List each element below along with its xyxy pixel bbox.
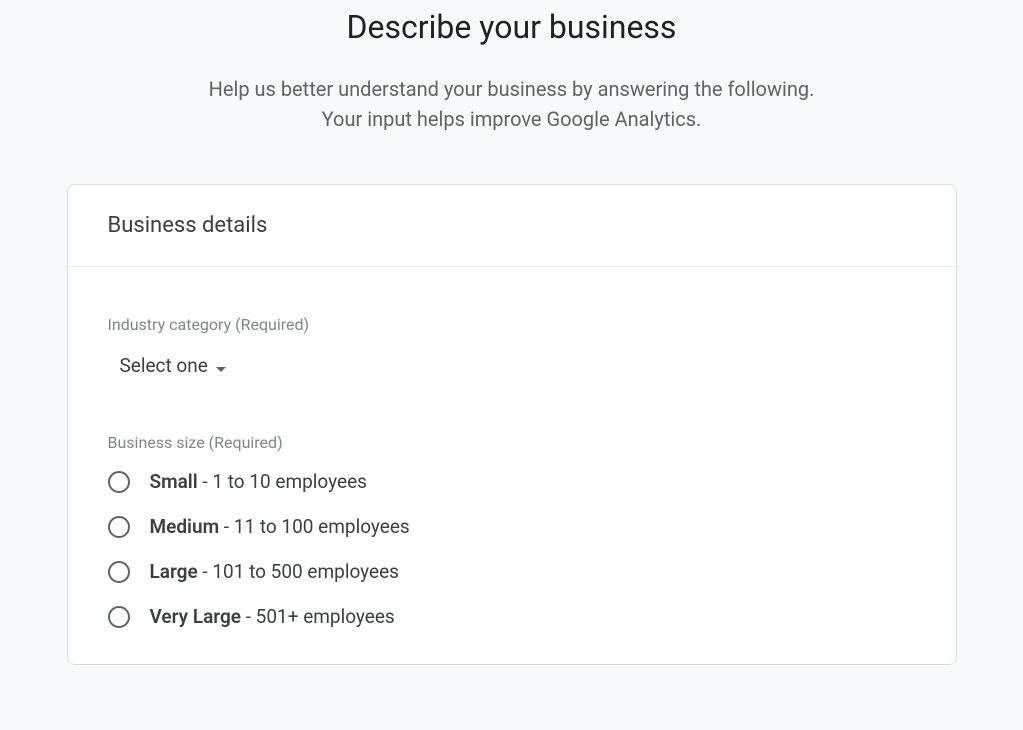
- radio-option-large[interactable]: Large - 101 to 500 employees: [108, 560, 916, 583]
- business-details-card: Business details Industry category (Requ…: [67, 184, 957, 665]
- radio-icon: [108, 561, 130, 583]
- dropdown-selected-value: Select one: [120, 354, 208, 377]
- radio-icon: [108, 516, 130, 538]
- radio-option-very-large[interactable]: Very Large - 501+ employees: [108, 605, 916, 628]
- radio-label: Small - 1 to 10 employees: [150, 470, 367, 493]
- radio-label: Large - 101 to 500 employees: [150, 560, 399, 583]
- card-body: Industry category (Required) Select one …: [68, 267, 956, 664]
- caret-down-icon: [216, 354, 226, 377]
- radio-icon: [108, 606, 130, 628]
- subtitle-line-2: Your input helps improve Google Analytic…: [209, 104, 815, 134]
- industry-category-dropdown[interactable]: Select one: [108, 350, 234, 381]
- radio-icon: [108, 471, 130, 493]
- radio-option-small[interactable]: Small - 1 to 10 employees: [108, 470, 916, 493]
- business-size-label: Business size (Required): [108, 433, 916, 452]
- card-header: Business details: [68, 185, 956, 267]
- page-title: Describe your business: [347, 8, 677, 46]
- radio-label: Medium - 11 to 100 employees: [150, 515, 410, 538]
- card-title: Business details: [108, 213, 916, 238]
- radio-option-medium[interactable]: Medium - 11 to 100 employees: [108, 515, 916, 538]
- radio-label: Very Large - 501+ employees: [150, 605, 395, 628]
- page-subtitle: Help us better understand your business …: [209, 74, 815, 134]
- industry-category-label: Industry category (Required): [108, 315, 916, 334]
- business-size-radio-group: Small - 1 to 10 employees Medium - 11 to…: [108, 470, 916, 628]
- subtitle-line-1: Help us better understand your business …: [209, 74, 815, 104]
